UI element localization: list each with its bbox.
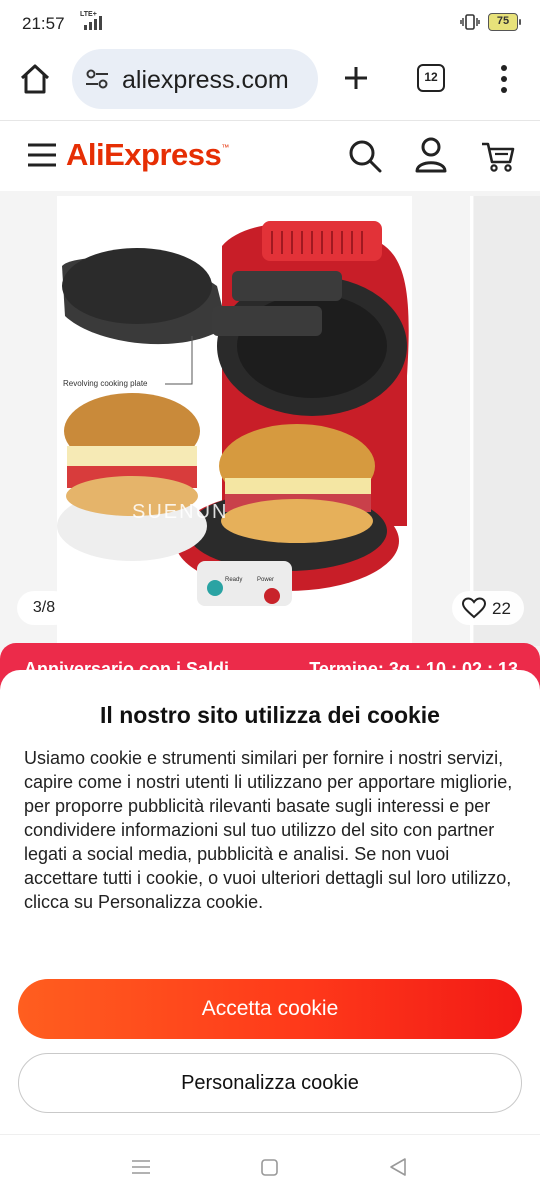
new-tab-icon[interactable] (342, 64, 370, 92)
status-bar: 21:57 LTE+ 75 (0, 0, 540, 46)
home-icon[interactable] (18, 62, 52, 96)
user-icon[interactable] (414, 136, 448, 174)
accept-cookies-button[interactable]: Accetta cookie (18, 979, 522, 1039)
system-nav-bar (0, 1134, 540, 1200)
gallery-separator (470, 196, 473, 646)
callout-text: Revolving cooking plate (63, 379, 148, 388)
watermark-text: SUENUN (132, 501, 228, 523)
hamburger-icon[interactable] (26, 141, 58, 169)
overflow-menu-icon[interactable] (494, 63, 514, 95)
vibrate-icon (460, 14, 480, 30)
logo-trademark: ™ (221, 143, 229, 152)
wishlist-button[interactable]: 22 (452, 591, 524, 625)
tab-switcher-icon[interactable]: 12 (417, 64, 445, 92)
status-time: 21:57 (22, 14, 65, 33)
battery-icon: 75 (488, 13, 521, 31)
address-bar[interactable]: aliexpress.com (72, 49, 318, 109)
product-gallery[interactable]: Ready Power Revolving cooking plate SUEN… (0, 191, 540, 661)
nav-recents-icon[interactable] (131, 1159, 151, 1175)
panel-label-ready: Ready (225, 577, 242, 583)
cookie-description: Usiamo cookie e strumenti similari per f… (24, 748, 513, 912)
nav-home-icon[interactable] (261, 1159, 278, 1176)
site-settings-icon[interactable] (84, 67, 110, 91)
next-image-peek[interactable] (474, 196, 540, 646)
signal-icon (84, 16, 102, 30)
heart-icon (462, 597, 486, 619)
nav-back-icon[interactable] (388, 1157, 408, 1177)
customize-cookies-button[interactable]: Personalizza cookie (18, 1053, 522, 1113)
search-icon[interactable] (347, 138, 383, 174)
product-image[interactable]: Ready Power Revolving cooking plate SUEN… (57, 196, 412, 644)
browser-toolbar: aliexpress.com 12 (0, 46, 540, 118)
cart-icon[interactable] (480, 138, 516, 174)
cookie-consent-sheet: Il nostro sito utilizza dei cookie Usiam… (0, 670, 540, 1136)
likes-count: 22 (492, 599, 511, 618)
site-header: AliExpress™ (0, 121, 540, 191)
cookie-title: Il nostro sito utilizza dei cookie (100, 702, 440, 728)
url-text[interactable]: aliexpress.com (122, 66, 289, 95)
logo-text: AliExpress (66, 137, 222, 172)
image-counter: 3/8 (17, 591, 71, 625)
panel-label-power: Power (257, 577, 274, 583)
aliexpress-logo[interactable]: AliExpress™ (66, 137, 229, 173)
